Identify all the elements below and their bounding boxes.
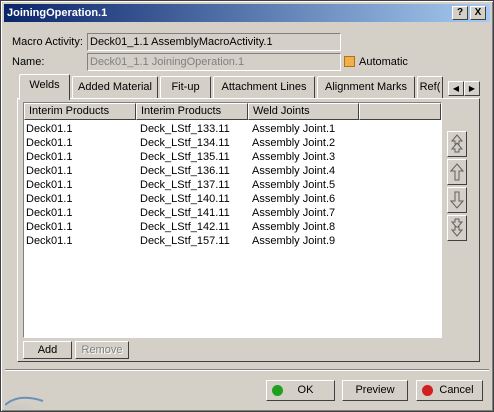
table-cell: Deck01.1 bbox=[26, 123, 73, 135]
name-field: Deck01_1.1 JoiningOperation.1 bbox=[87, 53, 341, 71]
dialog-window: JoiningOperation.1 ? X Macro Activity: D… bbox=[0, 0, 494, 412]
automatic-checkbox[interactable] bbox=[344, 56, 355, 67]
move-to-top-button[interactable] bbox=[447, 131, 467, 157]
table-cell: Deck01.1 bbox=[26, 221, 73, 233]
tab-added-material[interactable]: Added Material bbox=[72, 76, 158, 98]
window-title: JoiningOperation.1 bbox=[7, 7, 108, 19]
decorative-logo bbox=[5, 391, 45, 409]
preview-button[interactable]: Preview bbox=[342, 380, 408, 401]
table-row[interactable]: Deck01.1 Deck_LStf_133.11 Assembly Joint.1 bbox=[24, 122, 441, 136]
table-cell: Deck_LStf_157.11 bbox=[140, 235, 230, 247]
table-cell: Deck01.1 bbox=[26, 235, 73, 247]
remove-button[interactable]: Remove bbox=[75, 341, 129, 359]
ok-button[interactable]: OK bbox=[266, 380, 335, 401]
title-bar: JoiningOperation.1 ? X bbox=[4, 4, 490, 22]
close-button[interactable]: X bbox=[470, 6, 486, 20]
table-row[interactable]: Deck01.1 Deck_LStf_137.11 Assembly Joint.5 bbox=[24, 178, 441, 192]
table-cell: Assembly Joint.9 bbox=[252, 235, 336, 247]
table-cell: Assembly Joint.7 bbox=[252, 207, 336, 219]
table-cell: Deck_LStf_136.11 bbox=[140, 165, 230, 177]
automatic-label: Automatic bbox=[359, 56, 408, 68]
table-cell: Deck_LStf_133.11 bbox=[140, 123, 230, 135]
table-cell: Assembly Joint.1 bbox=[252, 123, 336, 135]
scroll-left-icon[interactable]: ◀ bbox=[448, 81, 464, 96]
table-row[interactable]: Deck01.1 Deck_LStf_140.11 Assembly Joint.6 bbox=[24, 192, 441, 206]
column-header-weld-joints[interactable]: Weld Joints bbox=[248, 103, 359, 120]
table-cell: Deck_LStf_134.11 bbox=[140, 137, 230, 149]
table-cell: Assembly Joint.4 bbox=[252, 165, 336, 177]
table-cell: Deck01.1 bbox=[26, 179, 73, 191]
table-row[interactable]: Deck01.1 Deck_LStf_142.11 Assembly Joint.8 bbox=[24, 220, 441, 234]
move-down-icon bbox=[450, 191, 464, 209]
macro-activity-field: Deck01_1.1 AssemblyMacroActivity.1 bbox=[87, 33, 341, 51]
tab-alignment-marks[interactable]: Alignment Marks bbox=[317, 76, 415, 98]
table-cell: Assembly Joint.6 bbox=[252, 193, 336, 205]
table-cell: Deck_LStf_141.11 bbox=[140, 207, 230, 219]
table-cell: Deck01.1 bbox=[26, 137, 73, 149]
column-header-interim-products-2[interactable]: Interim Products bbox=[136, 103, 248, 120]
table-row[interactable]: Deck01.1 Deck_LStf_134.11 Assembly Joint.2 bbox=[24, 136, 441, 150]
macro-activity-label: Macro Activity: bbox=[12, 36, 83, 48]
tab-attachment-lines[interactable]: Attachment Lines bbox=[213, 76, 315, 98]
table-cell: Deck_LStf_135.11 bbox=[140, 151, 230, 163]
ok-icon bbox=[272, 385, 283, 396]
table-cell: Assembly Joint.3 bbox=[252, 151, 336, 163]
table-row[interactable]: Deck01.1 Deck_LStf_141.11 Assembly Joint.7 bbox=[24, 206, 441, 220]
table-cell: Assembly Joint.5 bbox=[252, 179, 336, 191]
footer-separator bbox=[5, 369, 489, 371]
move-to-bottom-icon bbox=[450, 218, 464, 237]
column-header-empty bbox=[359, 103, 441, 120]
table-row[interactable]: Deck01.1 Deck_LStf_136.11 Assembly Joint.4 bbox=[24, 164, 441, 178]
table-cell: Assembly Joint.2 bbox=[252, 137, 336, 149]
table-cell: Deck_LStf_137.11 bbox=[140, 179, 230, 191]
table-cell: Assembly Joint.8 bbox=[252, 221, 336, 233]
table-row[interactable]: Deck01.1 Deck_LStf_157.11 Assembly Joint.9 bbox=[24, 234, 441, 248]
cancel-icon bbox=[422, 385, 433, 396]
table-row[interactable]: Deck01.1 Deck_LStf_135.11 Assembly Joint.3 bbox=[24, 150, 441, 164]
move-to-top-icon bbox=[450, 134, 464, 153]
table-cell: Deck01.1 bbox=[26, 207, 73, 219]
table-cell: Deck01.1 bbox=[26, 151, 73, 163]
table-cell: Deck_LStf_142.11 bbox=[140, 221, 230, 233]
ok-label: OK bbox=[297, 384, 314, 396]
welds-list[interactable]: Interim Products Interim Products Weld J… bbox=[23, 102, 442, 338]
help-button[interactable]: ? bbox=[452, 6, 468, 20]
table-cell: Deck_LStf_140.11 bbox=[140, 193, 230, 205]
move-to-bottom-button[interactable] bbox=[447, 215, 467, 241]
scroll-right-icon[interactable]: ▶ bbox=[464, 81, 480, 96]
move-up-icon bbox=[450, 163, 464, 181]
tab-fit-up[interactable]: Fit-up bbox=[160, 76, 211, 98]
add-button[interactable]: Add bbox=[23, 341, 72, 359]
tab-welds[interactable]: Welds bbox=[19, 74, 70, 100]
move-down-button[interactable] bbox=[447, 187, 467, 213]
tab-references[interactable]: Ref( bbox=[417, 76, 443, 98]
table-cell: Deck01.1 bbox=[26, 193, 73, 205]
cancel-button[interactable]: Cancel bbox=[416, 380, 483, 401]
name-label: Name: bbox=[12, 56, 45, 68]
move-up-button[interactable] bbox=[447, 159, 467, 185]
list-header: Interim Products Interim Products Weld J… bbox=[24, 103, 441, 120]
table-cell: Deck01.1 bbox=[26, 165, 73, 177]
column-header-interim-products-1[interactable]: Interim Products bbox=[24, 103, 136, 120]
